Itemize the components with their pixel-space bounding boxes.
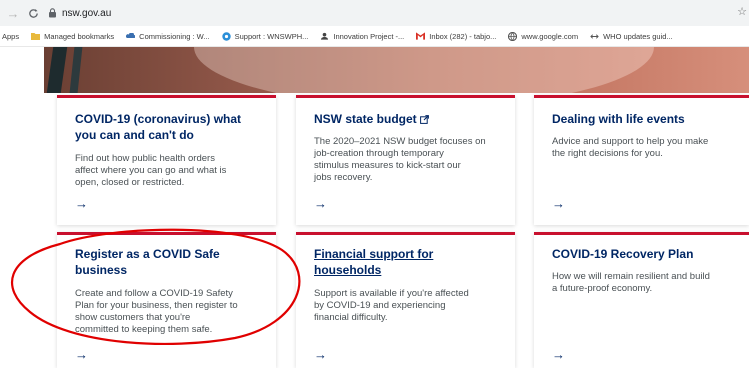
card-life-events[interactable]: Dealing with life events Advice and supp… [534, 95, 749, 225]
bookmark-who[interactable]: WHO updates guid... [590, 32, 673, 41]
support-icon [221, 31, 231, 41]
forward-icon[interactable]: → [4, 4, 22, 22]
card-state-budget[interactable]: NSW state budget The 2020–2021 NSW budge… [296, 95, 515, 225]
bookmark-label: Managed bookmarks [44, 31, 115, 41]
card-desc-line: Plan for your business, then register to [75, 300, 238, 311]
card-title[interactable]: NSW state budget [314, 112, 429, 129]
card-desc-line: show customers that you're [75, 312, 191, 323]
reload-icon[interactable] [24, 4, 42, 22]
bookmark-support[interactable]: Support : WNSWPH... [221, 31, 309, 41]
lock-icon[interactable] [46, 7, 58, 19]
card-title-line: Dealing with life events [552, 112, 685, 126]
arrow-right-icon[interactable]: → [75, 347, 88, 362]
bookmark-inbox[interactable]: Inbox (282) - tabjo... [416, 32, 496, 41]
card-description: Advice and support to help you make the … [552, 136, 708, 160]
team-icon [320, 32, 329, 41]
arrow-right-icon[interactable]: → [75, 196, 88, 211]
card-desc-line: job-creation through temporary [314, 148, 444, 159]
card-description: Create and follow a COVID-19 Safety Plan… [75, 288, 238, 336]
card-title[interactable]: Register as a COVID Safe business [75, 247, 220, 278]
card-title-line: households [314, 262, 382, 277]
card-title-line: Register as a COVID Safe [75, 247, 220, 261]
card-desc-line: Create and follow a COVID-19 Safety [75, 288, 233, 299]
browser-address-bar: → nsw.gov.au ☆ [0, 0, 749, 26]
card-title[interactable]: COVID-19 Recovery Plan [552, 247, 693, 263]
cloud-icon [126, 32, 136, 41]
card-title-line: NSW state budget [314, 112, 417, 126]
card-desc-line: Advice and support to help you make [552, 136, 709, 147]
card-title-line: COVID-19 Recovery Plan [552, 247, 694, 261]
bookmark-google[interactable]: www.google.com [508, 31, 579, 41]
bookmark-label: Commissioning : W... [139, 31, 210, 41]
bookmark-label: Inbox (282) - tabjo... [429, 31, 497, 41]
globe-icon [508, 31, 518, 41]
card-desc-line: open, closed or restricted. [75, 177, 185, 188]
bookmark-star-icon[interactable]: ☆ [737, 5, 747, 18]
card-desc-line: financial difficulty. [314, 312, 388, 323]
card-desc-line: How we will remain resilient and build [552, 271, 710, 282]
card-title-line: COVID-19 (coronavirus) what [75, 112, 242, 126]
card-covid-safe-business[interactable]: Register as a COVID Safe business Create… [57, 232, 276, 368]
bookmark-label: Support : WNSWPH... [234, 31, 309, 41]
card-title[interactable]: COVID-19 (coronavirus) what you can and … [75, 112, 241, 143]
card-recovery-plan[interactable]: COVID-19 Recovery Plan How we will remai… [534, 232, 749, 368]
card-title-line: you can and can't do [75, 127, 194, 142]
card-desc-line: Find out how public health orders [75, 153, 215, 164]
card-desc-line: the right decisions for you. [552, 148, 663, 159]
card-desc-line: committed to keeping them safe. [75, 324, 213, 335]
arrow-right-icon[interactable]: → [314, 347, 327, 362]
card-desc-line: stimulus measures to kick-start our [314, 160, 461, 171]
who-icon [590, 32, 599, 41]
card-description: Support is available if you're affected … [314, 288, 469, 324]
card-description: The 2020–2021 NSW budget focuses on job-… [314, 136, 486, 184]
url-text[interactable]: nsw.gov.au [62, 8, 111, 19]
bookmark-label: Apps [2, 31, 20, 41]
bookmark-innovation[interactable]: Innovation Project -... [320, 32, 404, 41]
bookmarks-bar: Apps Managed bookmarks Commissioning : W… [0, 26, 749, 47]
card-description: Find out how public health orders affect… [75, 153, 226, 189]
bookmark-apps[interactable]: Apps [2, 32, 19, 41]
arrow-right-icon[interactable]: → [314, 196, 327, 211]
arrow-right-icon[interactable]: → [552, 347, 565, 362]
card-desc-line: a future-proof economy. [552, 283, 653, 294]
bookmark-label: WHO updates guid... [603, 31, 673, 41]
card-desc-line: jobs recovery. [314, 172, 373, 183]
card-title-line: Financial support for [314, 247, 434, 261]
folder-icon [31, 32, 41, 41]
card-description: How we will remain resilient and build a… [552, 271, 710, 295]
bookmark-label: Innovation Project -... [333, 31, 405, 41]
card-title[interactable]: Dealing with life events [552, 112, 685, 128]
card-covid-rules[interactable]: COVID-19 (coronavirus) what you can and … [57, 95, 276, 225]
card-title[interactable]: Financial support for households [314, 247, 433, 278]
card-desc-line: Support is available if you're affected [314, 288, 469, 299]
external-link-icon [419, 113, 429, 129]
gmail-icon [416, 32, 426, 41]
bookmark-commissioning[interactable]: Commissioning : W... [126, 31, 210, 41]
bookmark-label: www.google.com [521, 31, 579, 41]
card-desc-line: affect where you can go and what is [75, 165, 227, 176]
arrow-right-icon[interactable]: → [552, 196, 565, 211]
hero-image [44, 47, 749, 93]
card-title-line: business [75, 262, 128, 277]
card-desc-line: by COVID-19 and experiencing [314, 300, 446, 311]
bookmark-managed[interactable]: Managed bookmarks [31, 32, 114, 41]
card-financial-support[interactable]: Financial support for households Support… [296, 232, 515, 368]
card-desc-line: The 2020–2021 NSW budget focuses on [314, 136, 486, 147]
